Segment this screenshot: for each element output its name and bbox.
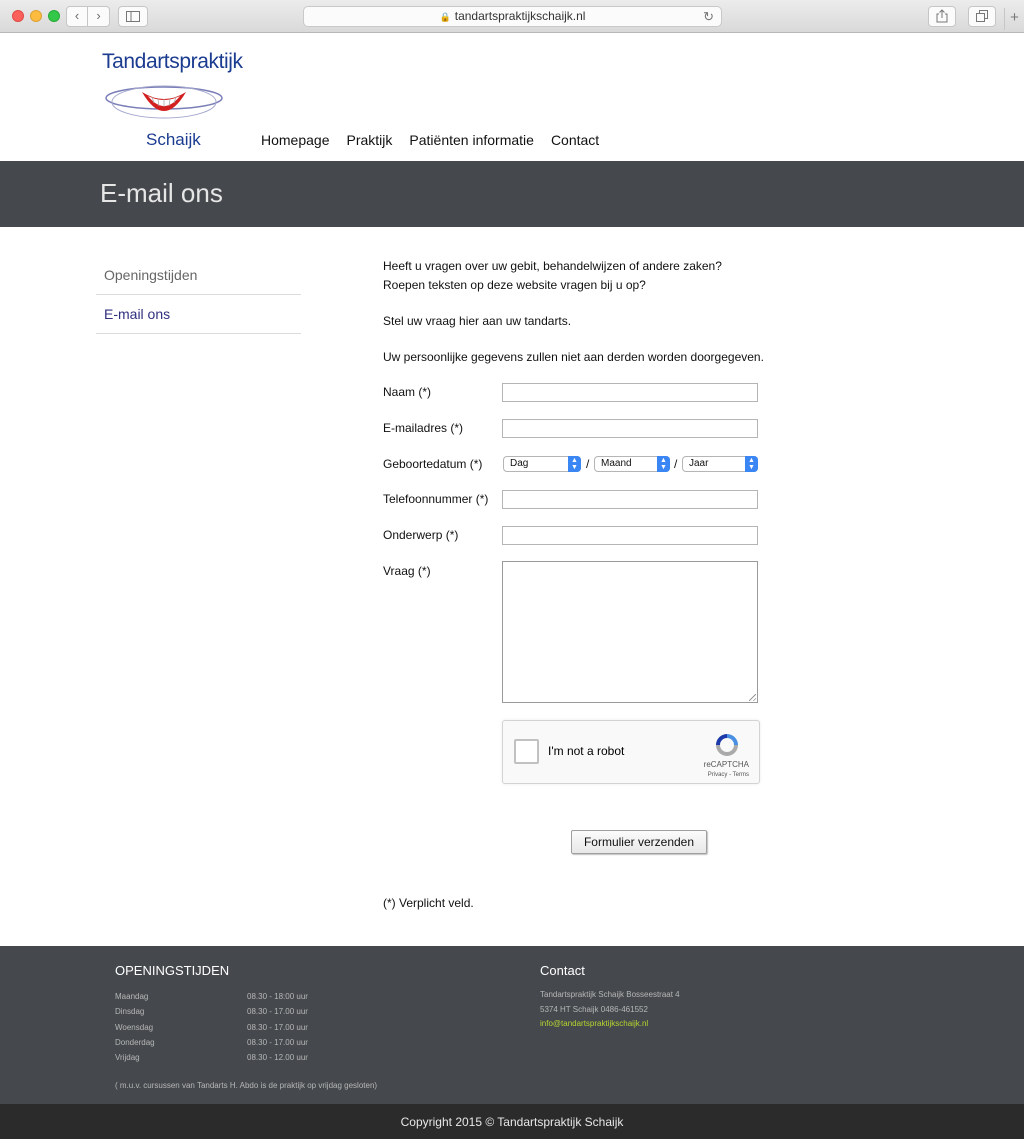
intro-line-3: Stel uw vraag hier aan uw tandarts. bbox=[383, 314, 572, 328]
hours-time: 08.30 - 17.00 uur bbox=[247, 1037, 308, 1047]
contact-email-link[interactable]: info@tandartspraktijkschaijk.nl bbox=[540, 1017, 680, 1032]
month-select[interactable]: Maand ▲ ▼ bbox=[594, 456, 670, 472]
intro-line-4: Uw persoonlijke gegevens zullen niet aan… bbox=[383, 350, 764, 364]
birthdate-label: Geboortedatum (*) bbox=[383, 457, 483, 471]
select-arrows-icon: ▲ ▼ bbox=[657, 456, 670, 472]
intro-line-1: Heeft u vragen over uw gebit, behandelwi… bbox=[383, 259, 722, 273]
intro-text: Heeft u vragen over uw gebit, behandelwi… bbox=[383, 257, 783, 367]
date-separator: / bbox=[674, 457, 678, 471]
recaptcha-label: I'm not a robot bbox=[548, 744, 625, 758]
copyright-bar: Copyright 2015 © Tandartspraktijk Schaij… bbox=[0, 1104, 1024, 1139]
close-window-icon[interactable] bbox=[12, 10, 24, 22]
phone-label: Telefoonnummer (*) bbox=[383, 492, 489, 506]
site-footer: OPENINGSTIJDEN Maandag 08.30 - 18:00 uur … bbox=[0, 946, 1024, 1104]
hours-row: Maandag 08.30 - 18:00 uur bbox=[115, 989, 308, 1004]
minimize-window-icon[interactable] bbox=[30, 10, 42, 22]
tab-overview-button[interactable] bbox=[968, 6, 996, 27]
url-text: tandartspraktijkschaijk.nl bbox=[454, 9, 586, 23]
hours-time: 08.30 - 17.00 uur bbox=[247, 1022, 308, 1032]
question-label: Vraag (*) bbox=[383, 564, 431, 578]
hours-day: Donderdag bbox=[115, 1037, 155, 1047]
browser-toolbar: ‹ › 🔒 tandartspraktijkschaijk.nl ↻ + bbox=[0, 0, 1024, 33]
logo-text-bottom: Schaijk bbox=[146, 130, 201, 149]
nav-contact[interactable]: Contact bbox=[551, 132, 599, 148]
share-icon bbox=[936, 9, 948, 23]
resize-grip-icon[interactable] bbox=[749, 694, 756, 701]
page-title-band: E-mail ons bbox=[0, 161, 1024, 227]
sidebar-icon bbox=[126, 11, 140, 22]
sidebar-toggle-button[interactable] bbox=[118, 6, 148, 27]
intro-line-2: Roepen teksten op deze website vragen bi… bbox=[383, 278, 646, 292]
subject-field[interactable] bbox=[502, 526, 758, 545]
share-button[interactable] bbox=[928, 6, 956, 27]
tabs-icon bbox=[976, 10, 988, 22]
nav-praktijk[interactable]: Praktijk bbox=[347, 132, 393, 148]
year-select-value: Jaar bbox=[689, 458, 709, 469]
recaptcha-brand: reCAPTCHA bbox=[703, 760, 749, 769]
logo-text-top: Tandartspraktijk bbox=[102, 50, 243, 73]
nav-homepage[interactable]: Homepage bbox=[261, 132, 330, 148]
nav-patienten-informatie[interactable]: Patiënten informatie bbox=[409, 132, 534, 148]
new-tab-button[interactable]: + bbox=[1004, 8, 1024, 30]
side-menu: Openingstijden E-mail ons bbox=[96, 256, 301, 334]
hours-time: 08.30 - 12.00 uur bbox=[247, 1053, 308, 1063]
hours-note: ( m.u.v. cursussen van Tandarts H. Abdo … bbox=[115, 1081, 378, 1090]
sidemenu-item-openingstijden[interactable]: Openingstijden bbox=[96, 256, 301, 295]
name-label: Naam (*) bbox=[383, 385, 432, 399]
site-logo[interactable]: Tandartspraktijk Schaijk bbox=[100, 50, 243, 150]
forward-button[interactable]: › bbox=[88, 6, 110, 27]
address-bar[interactable]: 🔒 tandartspraktijkschaijk.nl ↻ bbox=[303, 6, 722, 27]
back-button[interactable]: ‹ bbox=[66, 6, 88, 27]
zoom-window-icon[interactable] bbox=[48, 10, 60, 22]
hours-row: Vrijdag 08.30 - 12.00 uur bbox=[115, 1050, 308, 1065]
footer-hours-title: OPENINGSTIJDEN bbox=[115, 963, 230, 978]
smile-logo-icon bbox=[105, 85, 223, 119]
hours-time: 08.30 - 18:00 uur bbox=[247, 992, 308, 1001]
day-select[interactable]: Dag ▲ ▼ bbox=[503, 456, 581, 472]
email-label: E-mailadres (*) bbox=[383, 421, 464, 435]
hours-time: 08.30 - 17.00 uur bbox=[247, 1007, 308, 1017]
date-separator: / bbox=[586, 457, 590, 471]
select-arrows-icon: ▲ ▼ bbox=[745, 456, 758, 472]
hours-row: Woensdag 08.30 - 17.00 uur bbox=[115, 1020, 308, 1035]
day-select-value: Dag bbox=[510, 458, 529, 469]
lock-icon: 🔒 bbox=[439, 12, 451, 22]
required-field-note: (*) Verplicht veld. bbox=[383, 896, 474, 910]
recaptcha-terms-link[interactable]: Privacy - Terms bbox=[708, 772, 749, 778]
hours-day: Dinsdag bbox=[115, 1007, 145, 1017]
opening-hours-list: Maandag 08.30 - 18:00 uur Dinsdag 08.30 - … bbox=[115, 989, 308, 1065]
month-select-value: Maand bbox=[601, 458, 632, 469]
email-field[interactable] bbox=[502, 419, 758, 438]
question-textarea[interactable] bbox=[502, 561, 758, 703]
hours-day: Woensdag bbox=[115, 1022, 154, 1032]
recaptcha-widget: I'm not a robot reCAPTCHA Privacy - Term… bbox=[502, 720, 760, 784]
name-field[interactable] bbox=[502, 383, 758, 402]
footer-contact-title: Contact bbox=[540, 963, 585, 978]
hours-row: Dinsdag 08.30 - 17.00 uur bbox=[115, 1004, 308, 1019]
subject-label: Onderwerp (*) bbox=[383, 528, 459, 542]
hours-day: Maandag bbox=[115, 992, 149, 1001]
contact-city-phone: 5374 HT Schaijk 0486-461552 bbox=[540, 1004, 648, 1014]
contact-details: Tandartspraktijk Schaijk Bosseestraat 4 … bbox=[540, 988, 680, 1032]
recaptcha-logo-icon bbox=[716, 734, 738, 756]
reload-icon[interactable]: ↻ bbox=[703, 7, 714, 26]
sidemenu-item-email-ons[interactable]: E-mail ons bbox=[96, 295, 301, 334]
hours-day: Vrijdag bbox=[115, 1053, 140, 1063]
phone-field[interactable] bbox=[502, 490, 758, 509]
hours-row: Donderdag 08.30 - 17.00 uur bbox=[115, 1035, 308, 1050]
year-select[interactable]: Jaar ▲ ▼ bbox=[682, 456, 758, 472]
page-title: E-mail ons bbox=[100, 178, 223, 208]
recaptcha-checkbox[interactable] bbox=[514, 739, 539, 764]
contact-address: Tandartspraktijk Schaijk Bosseestraat 4 bbox=[540, 990, 680, 999]
submit-button[interactable]: Formulier verzenden bbox=[571, 830, 707, 854]
select-arrows-icon: ▲ ▼ bbox=[568, 456, 581, 472]
main-navigation: Homepage Praktijk Patiënten informatie C… bbox=[261, 132, 599, 148]
